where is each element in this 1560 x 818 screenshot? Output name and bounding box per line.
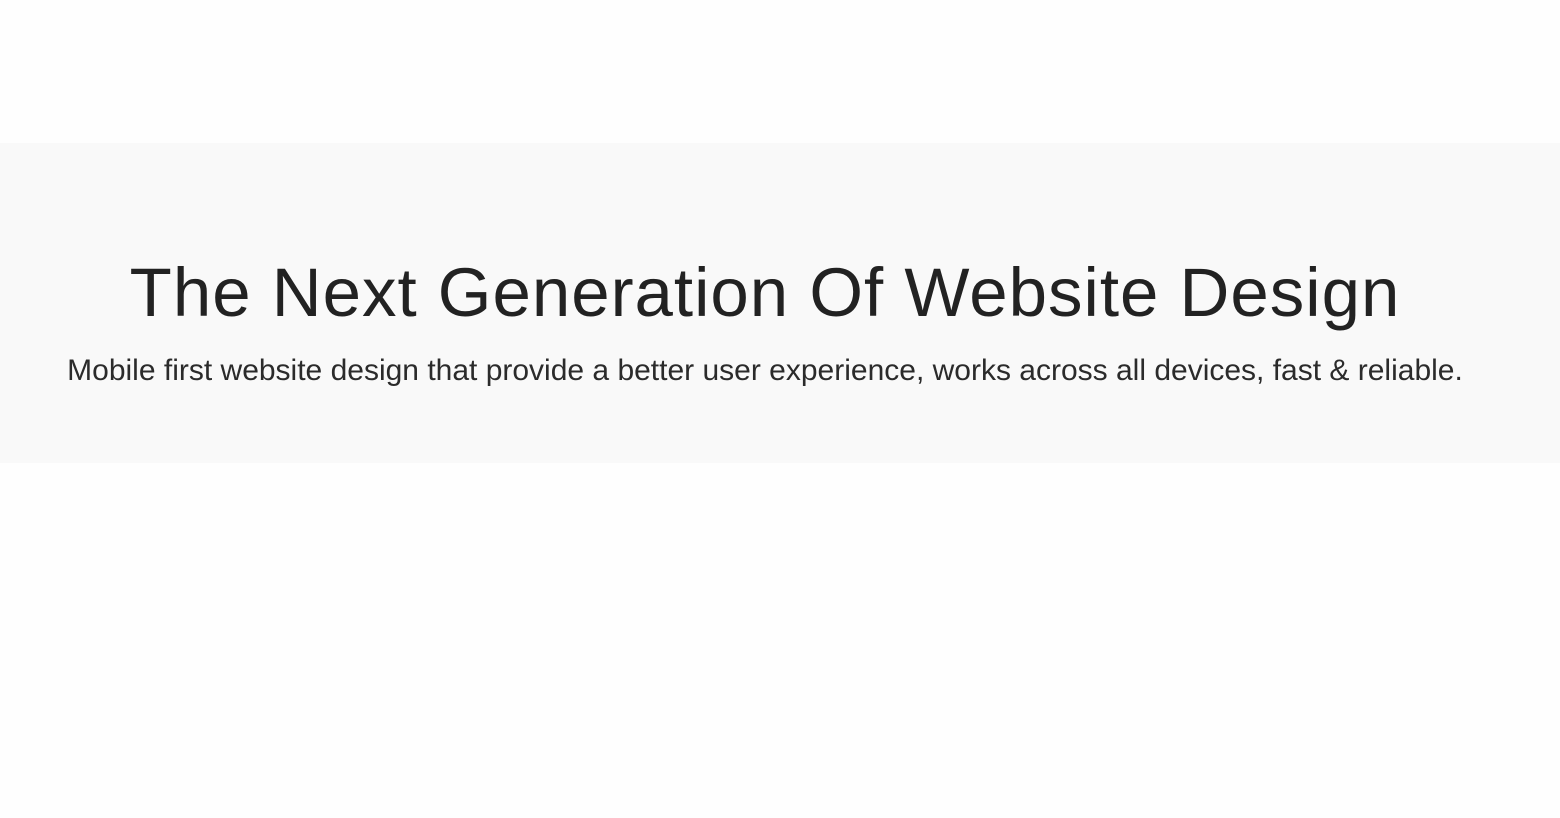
bottom-empty-area [0, 463, 1560, 818]
top-empty-area [0, 0, 1560, 143]
hero-title: The Next Generation Of Website Design [129, 254, 1401, 331]
hero-subtitle: Mobile first website design that provide… [67, 354, 1463, 387]
page: The Next Generation Of Website Design Mo… [0, 0, 1560, 818]
